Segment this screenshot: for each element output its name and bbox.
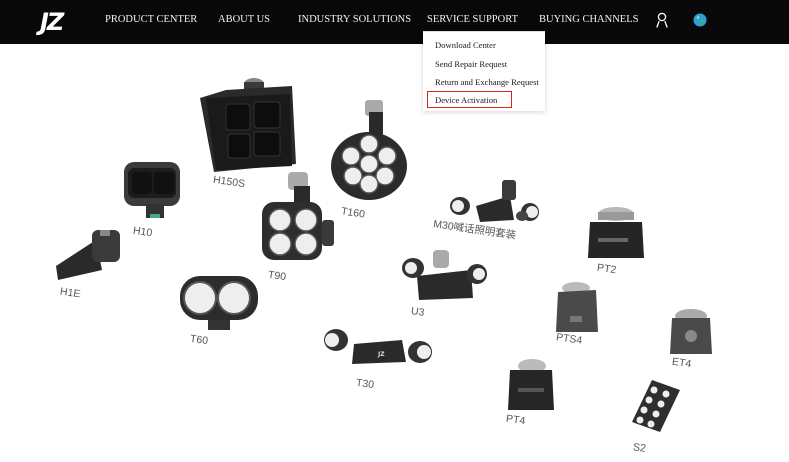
product-t30[interactable]: JZ (322, 318, 434, 374)
top-navbar: JZ PRODUCT CENTER ABOUT US INDUSTRY SOLU… (0, 0, 789, 44)
product-label-t30: T30 (355, 376, 375, 392)
product-label-pts4: PTS4 (555, 331, 583, 347)
product-h10[interactable] (120, 156, 184, 222)
dropdown-item-send-repair-request[interactable]: Send Repair Request (435, 59, 507, 69)
product-et4[interactable] (666, 306, 716, 358)
nav-item-industry-solutions[interactable]: INDUSTRY SOLUTIONS (298, 14, 411, 25)
nav-item-product-center[interactable]: PRODUCT CENTER (105, 14, 197, 25)
product-h150s[interactable] (196, 76, 302, 180)
product-h1e[interactable] (52, 226, 128, 284)
product-label-t90: T90 (267, 268, 287, 284)
product-label-u3: U3 (410, 305, 426, 319)
product-label-h10: H10 (132, 224, 154, 240)
dropdown-item-device-activation[interactable]: Device Activation (435, 95, 497, 105)
product-pt2[interactable] (584, 204, 648, 266)
product-label-h1e: H1E (59, 285, 82, 301)
product-t160[interactable] (329, 96, 411, 208)
product-label-t160: T160 (340, 205, 366, 221)
product-label-pt4: PT4 (505, 412, 527, 428)
nav-item-service-support[interactable]: SERVICE SUPPORT (427, 14, 518, 25)
nav-item-about-us[interactable]: ABOUT US (218, 14, 270, 25)
service-support-dropdown: Download Center Send Repair Request Retu… (423, 31, 545, 111)
product-u3[interactable] (399, 246, 491, 306)
product-t90[interactable] (258, 170, 340, 266)
product-label-et4: ET4 (671, 355, 693, 371)
dropdown-item-return-exchange-request[interactable]: Return and Exchange Request (435, 77, 539, 87)
brand-logo[interactable]: JZ (40, 9, 64, 35)
product-s2[interactable] (630, 376, 684, 436)
product-label-pt2: PT2 (596, 261, 618, 277)
product-pt4[interactable] (504, 356, 558, 412)
product-label-s2: S2 (632, 441, 647, 455)
nav-item-buying-channels[interactable]: BUYING CHANNELS (539, 14, 638, 25)
dropdown-item-download-center[interactable]: Download Center (435, 40, 496, 50)
svg-text:JZ: JZ (377, 351, 385, 358)
product-pts4[interactable] (550, 280, 604, 336)
globe-icon[interactable] (693, 13, 707, 32)
product-t60[interactable] (176, 266, 262, 332)
product-label-t60: T60 (189, 332, 209, 348)
user-icon[interactable] (655, 12, 669, 33)
